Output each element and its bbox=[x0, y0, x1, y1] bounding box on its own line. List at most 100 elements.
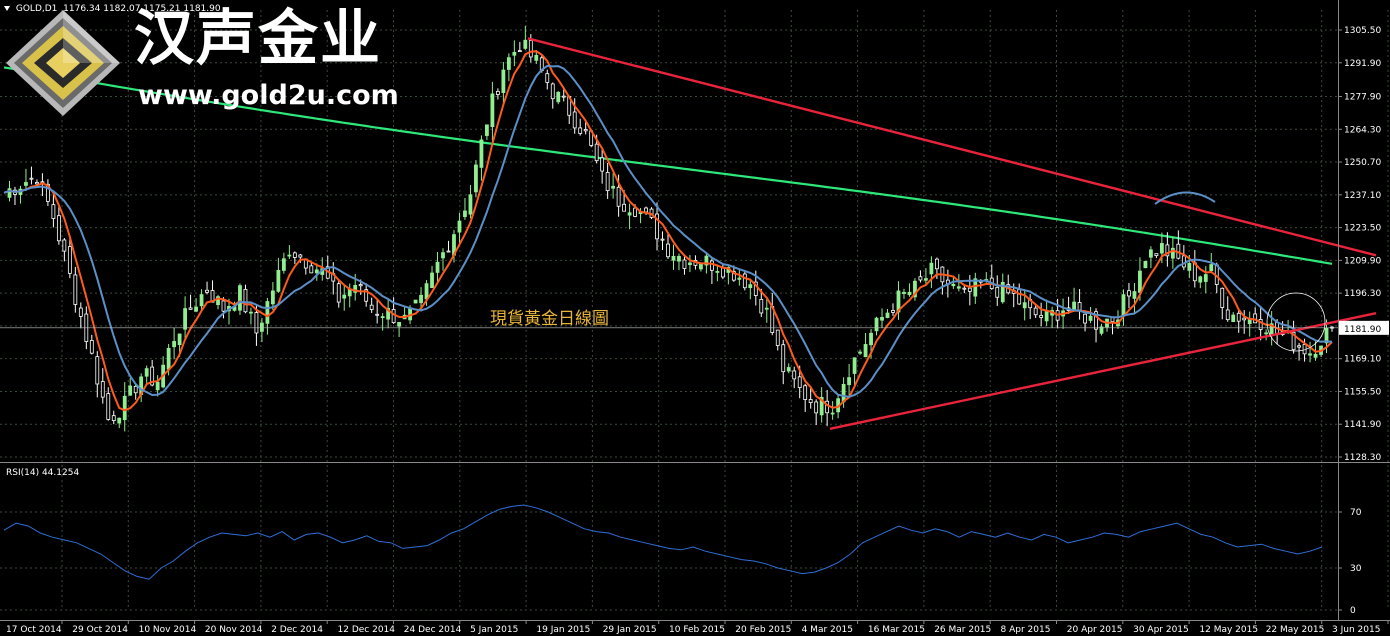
candle-body bbox=[408, 307, 412, 321]
candle-body bbox=[463, 210, 467, 217]
candle-body bbox=[95, 356, 100, 385]
candle-body bbox=[951, 283, 956, 287]
candle-body bbox=[967, 287, 972, 292]
candle-body bbox=[1209, 264, 1214, 272]
candle-body bbox=[435, 261, 440, 273]
candle-body bbox=[67, 246, 72, 274]
time-tick-label: 24 Dec 2014 bbox=[404, 625, 462, 635]
price-tick-label: 1141.90 bbox=[1344, 420, 1381, 430]
candle-body bbox=[260, 322, 264, 332]
candle-body bbox=[254, 312, 259, 334]
candle-body bbox=[1143, 261, 1148, 269]
candle-body bbox=[183, 308, 187, 330]
candle-body bbox=[506, 57, 511, 70]
candle-body bbox=[1308, 353, 1312, 356]
candle-body bbox=[671, 255, 676, 261]
candle-body bbox=[35, 182, 39, 185]
candle-body bbox=[858, 351, 862, 354]
candle-body bbox=[764, 307, 769, 310]
candle-body bbox=[122, 395, 127, 421]
price-tick-label: 1196.30 bbox=[1344, 289, 1381, 299]
time-tick-label: 20 Nov 2014 bbox=[205, 625, 263, 635]
candle-body bbox=[342, 294, 347, 299]
candle-body bbox=[24, 182, 28, 186]
candle-body bbox=[934, 258, 939, 270]
candle-body bbox=[446, 250, 451, 253]
candle-body bbox=[847, 377, 851, 386]
candle-body bbox=[424, 283, 429, 300]
candle-body bbox=[550, 83, 555, 100]
candle-body bbox=[56, 215, 61, 242]
candle-body bbox=[1138, 270, 1142, 293]
candle-body bbox=[699, 263, 703, 270]
candle-body bbox=[199, 294, 204, 307]
candle-body bbox=[902, 291, 906, 294]
candle-body bbox=[1127, 290, 1131, 297]
candle-body bbox=[512, 52, 517, 56]
time-tick-label: 16 Mar 2015 bbox=[868, 625, 925, 635]
time-tick-label: 3 Jun 2015 bbox=[1332, 625, 1380, 635]
candle-body bbox=[688, 262, 692, 266]
time-tick-label: 19 Jan 2015 bbox=[536, 625, 590, 635]
price-tick-label: 1209.90 bbox=[1344, 256, 1381, 266]
price-tick-label: 1223.50 bbox=[1344, 224, 1381, 234]
candle-body bbox=[133, 385, 138, 394]
candle-body bbox=[238, 285, 242, 311]
price-tick-label: 1169.10 bbox=[1344, 355, 1381, 365]
time-tick-label: 29 Oct 2014 bbox=[72, 625, 128, 635]
candle-body bbox=[633, 207, 637, 217]
candle-body bbox=[287, 254, 292, 257]
candle-body bbox=[852, 357, 857, 374]
candle-body bbox=[1220, 287, 1225, 308]
candle-body bbox=[490, 93, 495, 128]
candle-body bbox=[1044, 310, 1049, 322]
candle-body bbox=[413, 299, 418, 304]
price-tick-label: 1250.70 bbox=[1344, 158, 1381, 168]
candle-body bbox=[710, 260, 714, 271]
candle-body bbox=[249, 311, 253, 314]
candle-body bbox=[468, 194, 473, 215]
rsi-tick-label: 0 bbox=[1350, 606, 1356, 616]
price-tick-label: 1264.30 bbox=[1344, 125, 1381, 135]
candle-body bbox=[188, 307, 193, 310]
candle-body bbox=[572, 111, 577, 129]
candle-body bbox=[1077, 302, 1082, 311]
candle-body bbox=[660, 238, 665, 241]
candle-body bbox=[298, 254, 303, 258]
candle-body bbox=[1132, 291, 1137, 299]
candle-body bbox=[117, 417, 122, 424]
candle-body bbox=[292, 252, 297, 258]
candle-body bbox=[358, 284, 363, 287]
candle-body bbox=[1198, 276, 1203, 283]
candle-body bbox=[430, 272, 434, 289]
time-tick-label: 2 Dec 2014 bbox=[271, 625, 323, 635]
candle-body bbox=[1022, 302, 1027, 309]
candle-body bbox=[880, 317, 884, 321]
brand-logo-icon bbox=[6, 10, 120, 116]
candle-body bbox=[495, 90, 500, 95]
candle-body bbox=[594, 143, 599, 162]
price-tick-label: 1291.90 bbox=[1344, 59, 1381, 69]
candle-body bbox=[380, 316, 385, 319]
candle-body bbox=[786, 367, 791, 372]
candle-body bbox=[863, 344, 868, 358]
candle-body bbox=[172, 341, 177, 348]
time-tick-label: 10 Nov 2014 bbox=[139, 625, 197, 635]
candle-body bbox=[1033, 307, 1038, 316]
candle-body bbox=[627, 212, 632, 216]
candle-body bbox=[781, 344, 786, 373]
candle-body bbox=[479, 139, 484, 168]
candle-body bbox=[1187, 262, 1192, 271]
candle-body bbox=[144, 368, 149, 377]
candle-body bbox=[1039, 315, 1044, 318]
candle-body bbox=[166, 347, 171, 370]
candle-body bbox=[792, 370, 797, 380]
time-tick-label: 20 Apr 2015 bbox=[1067, 625, 1123, 635]
candle-body bbox=[748, 284, 753, 289]
candle-body bbox=[78, 307, 83, 317]
candle-body bbox=[73, 274, 78, 305]
candle-body bbox=[265, 301, 270, 324]
time-tick-label: 8 Apr 2015 bbox=[1001, 625, 1051, 635]
candle-body bbox=[194, 306, 198, 312]
candle-body bbox=[1154, 253, 1159, 257]
